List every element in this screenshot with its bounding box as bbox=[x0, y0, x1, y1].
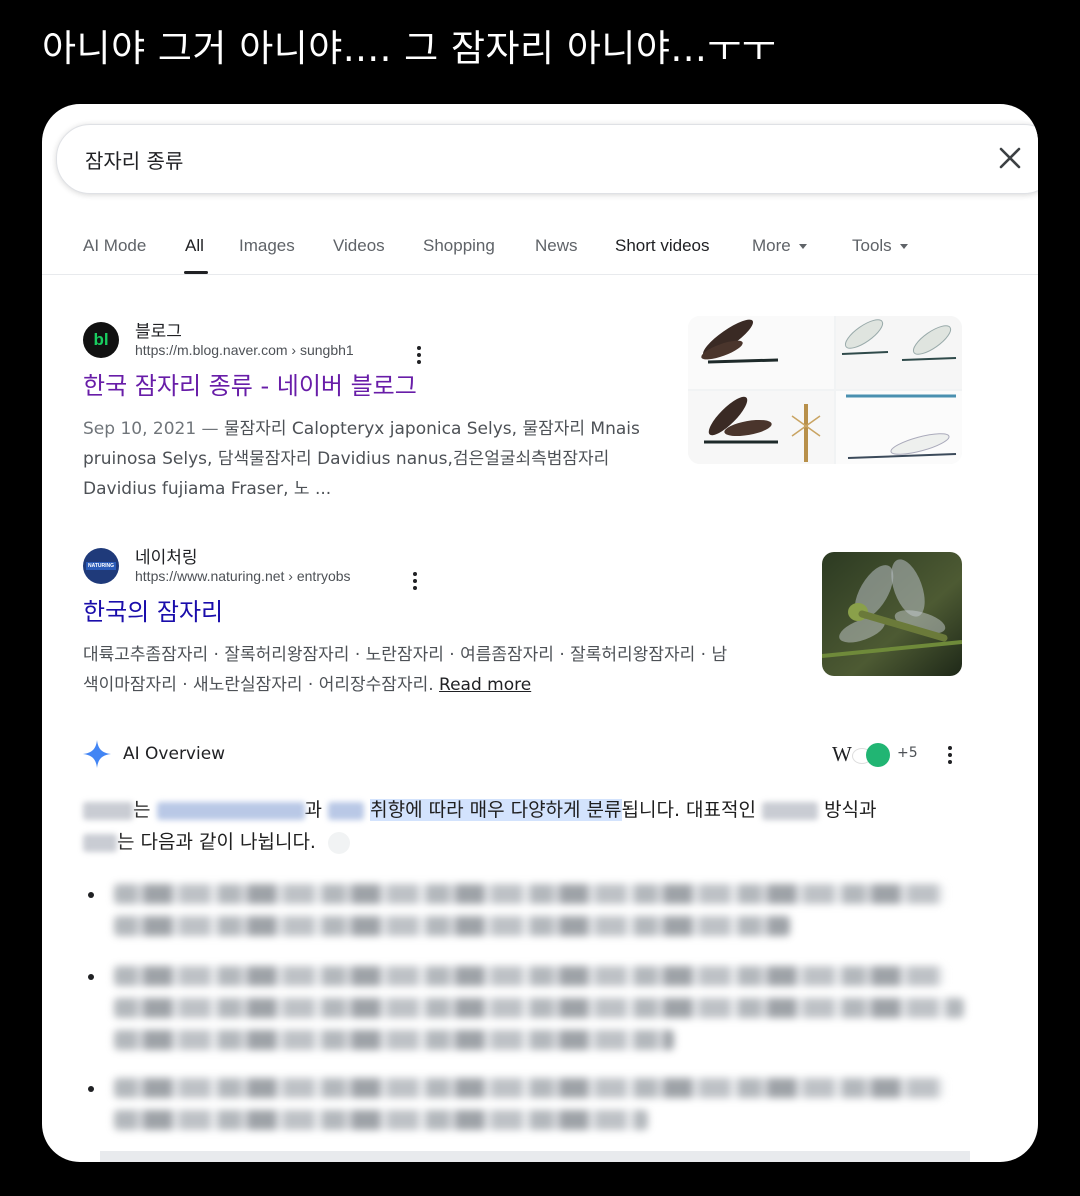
tab-news[interactable]: News bbox=[535, 236, 578, 256]
redacted-line bbox=[114, 1030, 674, 1050]
search-screenshot-card: 잠자리 종류 AI Mode All Images Videos Shoppin… bbox=[42, 104, 1038, 1162]
more-options-icon[interactable] bbox=[948, 746, 952, 764]
link-icon[interactable] bbox=[328, 831, 351, 854]
source-icon bbox=[866, 743, 890, 767]
redacted-text bbox=[83, 801, 133, 820]
result-snippet: 대륙고추좀잠자리 · 잘록허리왕잠자리 · 노란잠자리 · 여름좀잠자리 · 잘… bbox=[83, 640, 803, 700]
naver-blog-favicon: bl bbox=[83, 322, 119, 358]
result-thumbnail[interactable] bbox=[822, 552, 962, 676]
ai-text: 방식과 bbox=[824, 799, 877, 821]
scroll-fade-bar bbox=[100, 1151, 970, 1162]
ai-text: 는 bbox=[133, 799, 151, 821]
dragonfly-photo bbox=[822, 552, 962, 676]
tab-short-videos[interactable]: Short videos bbox=[615, 236, 710, 256]
redacted-line bbox=[114, 916, 790, 936]
tab-tools-label: Tools bbox=[852, 236, 892, 255]
search-input[interactable]: 잠자리 종류 bbox=[85, 145, 183, 174]
result-title-link[interactable]: 한국 잠자리 종류 - 네이버 블로그 bbox=[83, 366, 417, 401]
redacted-line bbox=[114, 884, 944, 904]
snippet-line: pruinosa Selys, 담색물잠자리 Davidius nanus,검은… bbox=[83, 449, 610, 469]
favicon-text: bl bbox=[93, 330, 109, 349]
ai-overview-label: AI Overview bbox=[123, 744, 226, 764]
snippet-line: Davidius fujiama Fraser, 노 ... bbox=[83, 479, 332, 499]
tab-more[interactable]: More bbox=[752, 236, 807, 256]
dragonfly-images bbox=[688, 316, 962, 464]
ai-sources-chips[interactable]: W +5 bbox=[830, 740, 952, 770]
chevron-down-icon bbox=[798, 244, 807, 249]
snippet-line: Sep 10, 2021 — 물잠자리 Calopteryx japonica … bbox=[83, 414, 683, 444]
tab-all[interactable]: All bbox=[185, 236, 204, 256]
search-bar[interactable]: 잠자리 종류 bbox=[56, 124, 1038, 194]
wikipedia-icon: W bbox=[832, 742, 852, 766]
list-bullet bbox=[88, 1086, 94, 1092]
favicon-text: NATURING bbox=[85, 562, 116, 570]
tab-tools[interactable]: Tools bbox=[852, 236, 908, 256]
ai-text: 과 bbox=[304, 799, 323, 821]
redacted-text bbox=[328, 801, 365, 820]
redacted-line bbox=[114, 998, 964, 1018]
more-options-icon[interactable] bbox=[417, 346, 421, 364]
redacted-text bbox=[156, 801, 305, 820]
close-icon[interactable] bbox=[995, 143, 1025, 173]
result-site-name: 블로그 bbox=[135, 322, 182, 342]
redacted-line bbox=[114, 1078, 944, 1098]
search-tabs: AI Mode All Images Videos Shopping News … bbox=[42, 214, 1038, 275]
gemini-sparkle-icon bbox=[83, 740, 111, 768]
tab-images[interactable]: Images bbox=[239, 236, 295, 256]
more-sources-count: +5 bbox=[897, 745, 918, 761]
redacted-line bbox=[114, 1110, 648, 1130]
tab-shopping[interactable]: Shopping bbox=[423, 236, 495, 256]
ai-text: 됩니다. 대표적인 bbox=[621, 799, 756, 821]
snippet-line: 대륙고추좀잠자리 · 잘록허리왕잠자리 · 노란잠자리 · 여름좀잠자리 · 잘… bbox=[83, 645, 728, 665]
list-bullet bbox=[88, 892, 94, 898]
snippet-text: 물잠자리 Calopteryx japonica Selys, 물잠자리 Mna… bbox=[218, 419, 640, 439]
snippet-line: 색이마잠자리 · 새노란실잠자리 · 어리장수잠자리. Read more bbox=[83, 670, 803, 700]
chevron-down-icon bbox=[899, 244, 908, 249]
active-tab-indicator bbox=[184, 271, 208, 274]
ai-text: 는 다음과 같이 나뉩니다. bbox=[117, 831, 316, 853]
highlighted-text: 취향에 따라 매우 다양하게 분류 bbox=[370, 799, 622, 821]
result-snippet: Sep 10, 2021 — 물잠자리 Calopteryx japonica … bbox=[83, 414, 683, 504]
more-options-icon[interactable] bbox=[413, 572, 417, 590]
tab-more-label: More bbox=[752, 236, 791, 255]
redacted-line bbox=[114, 966, 944, 986]
tab-ai-mode[interactable]: AI Mode bbox=[83, 236, 146, 256]
result-url[interactable]: https://www.naturing.net › entryobs bbox=[135, 568, 351, 584]
tab-videos[interactable]: Videos bbox=[333, 236, 385, 256]
result-thumbnail-grid[interactable] bbox=[688, 316, 962, 464]
result-url[interactable]: https://m.blog.naver.com › sungbh1 bbox=[135, 342, 354, 358]
redacted-text bbox=[762, 801, 819, 820]
read-more-link[interactable]: Read more bbox=[439, 675, 531, 695]
snippet-text: 색이마잠자리 · 새노란실잠자리 · 어리장수잠자리. bbox=[83, 675, 434, 695]
result-site-name: 네이처링 bbox=[135, 548, 198, 568]
redacted-text bbox=[83, 833, 117, 852]
ai-overview-text: 는 과 취향에 따라 매우 다양하게 분류됩니다. 대표적인 방식과 는 다음과… bbox=[83, 794, 983, 858]
naturing-favicon: NATURING bbox=[83, 548, 119, 584]
post-caption: 아니야 그거 아니야.... 그 잠자리 아니야...ㅜㅜ bbox=[42, 27, 777, 70]
result-date: Sep 10, 2021 — bbox=[83, 419, 219, 439]
result-title-link[interactable]: 한국의 잠자리 bbox=[83, 592, 223, 627]
list-bullet bbox=[88, 974, 94, 980]
